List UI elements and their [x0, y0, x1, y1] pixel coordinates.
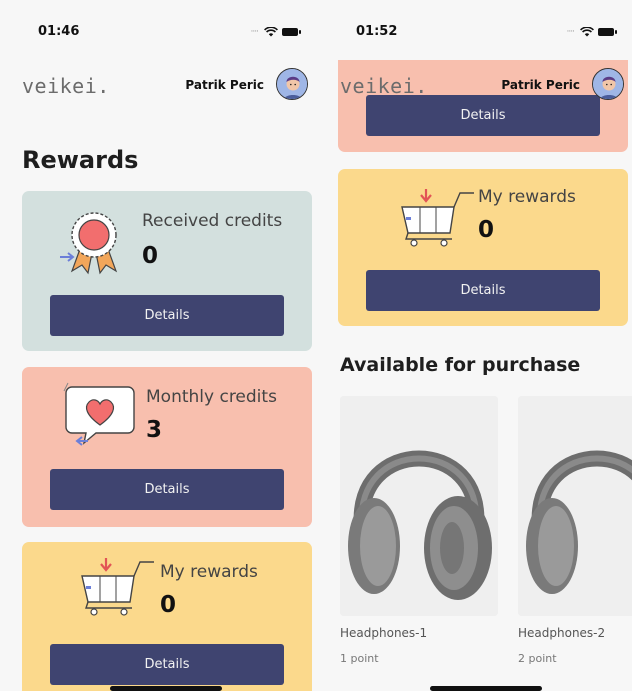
- headphones-image[interactable]: [518, 396, 632, 616]
- section-title: Available for purchase: [340, 354, 581, 376]
- home-indicator[interactable]: [110, 686, 222, 691]
- battery-icon: [598, 28, 617, 36]
- headphones-image[interactable]: [340, 396, 498, 616]
- card-label: Monthly credits: [146, 387, 277, 407]
- avatar[interactable]: [276, 68, 308, 100]
- shopping-cart-icon: [81, 558, 154, 616]
- user-name[interactable]: Patrik Peric: [501, 78, 580, 92]
- headphones-icon: [518, 396, 632, 616]
- status-icons: ····: [566, 27, 617, 37]
- signal-icon: ····: [250, 27, 260, 37]
- card-label: My rewards: [478, 187, 576, 207]
- app-logo[interactable]: veikei.: [340, 74, 428, 98]
- my-rewards-details-button[interactable]: Details: [366, 270, 600, 311]
- product-name: Headphones-2: [518, 626, 606, 640]
- page-title: Rewards: [22, 146, 139, 174]
- monthly-credits-card: Monthly credits 3 Details: [22, 367, 312, 527]
- app-header: veikei. Patrik Peric: [316, 66, 632, 106]
- product-card[interactable]: Headphones-1 1 point: [340, 396, 498, 671]
- signal-icon: ····: [566, 27, 576, 37]
- status-bar: 01:46 ····: [0, 0, 316, 60]
- headphones-icon: [340, 396, 498, 616]
- battery-icon: [282, 28, 301, 36]
- card-label: My rewards: [160, 562, 258, 582]
- received-credits-card: Received credits 0 Details: [22, 191, 312, 351]
- status-time: 01:46: [38, 24, 80, 39]
- product-name: Headphones-1: [340, 626, 428, 640]
- rewards-screen-right: 01:52 ···· veikei. Patrik Peric Details: [316, 0, 632, 691]
- avatar-face-icon: [277, 69, 307, 99]
- status-time: 01:52: [356, 24, 398, 39]
- rosette-badge-icon: [60, 212, 118, 275]
- card-value: 0: [160, 592, 177, 618]
- wifi-icon: [264, 27, 278, 37]
- my-rewards-details-button[interactable]: Details: [50, 644, 284, 685]
- card-label: Received credits: [142, 211, 283, 231]
- user-name[interactable]: Patrik Peric: [185, 78, 264, 92]
- product-points: 1 point: [340, 652, 379, 665]
- rewards-screen-left: 01:46 ···· veikei. Patrik Peric Rewards: [0, 0, 316, 691]
- product-points: 2 point: [518, 652, 557, 665]
- heart-speech-bubble-icon: [63, 382, 135, 446]
- status-icons: ····: [250, 27, 301, 37]
- my-rewards-card: My rewards 0 Details: [22, 542, 312, 691]
- product-card[interactable]: Headphones-2 2 point: [518, 396, 632, 671]
- status-bar: 01:52 ····: [316, 0, 632, 60]
- home-indicator[interactable]: [430, 686, 542, 691]
- shopping-cart-icon: [401, 189, 474, 247]
- card-value: 3: [146, 417, 163, 443]
- my-rewards-card: My rewards 0 Details: [338, 169, 628, 326]
- app-logo[interactable]: veikei.: [22, 74, 110, 98]
- received-credits-details-button[interactable]: Details: [50, 295, 284, 336]
- card-value: 0: [478, 217, 495, 243]
- app-header: veikei. Patrik Peric: [0, 66, 316, 106]
- wifi-icon: [580, 27, 594, 37]
- monthly-credits-details-button[interactable]: Details: [50, 469, 284, 510]
- avatar[interactable]: [592, 68, 624, 100]
- card-value: 0: [142, 243, 159, 269]
- avatar-face-icon: [593, 69, 623, 99]
